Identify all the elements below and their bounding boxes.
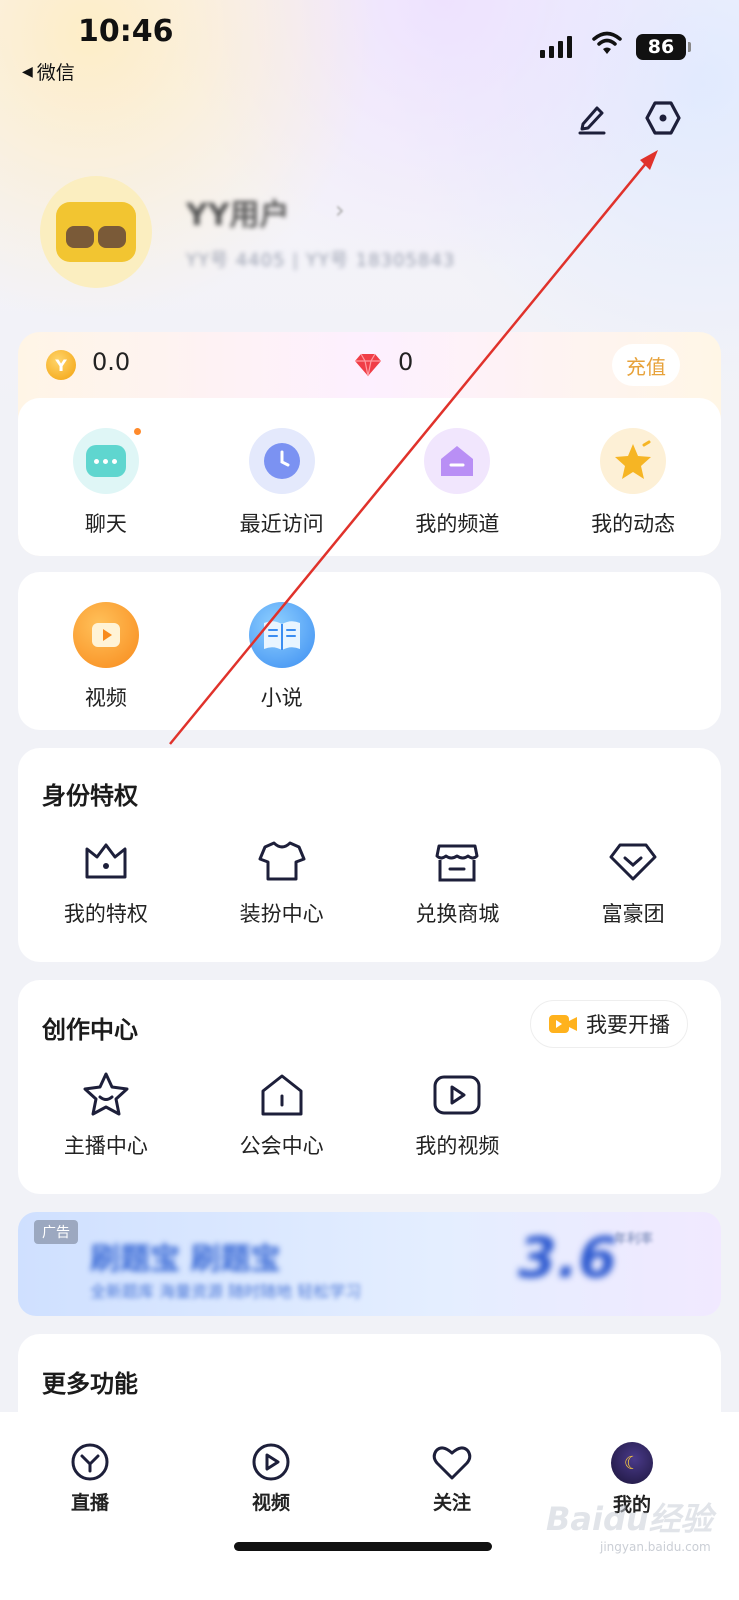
recharge-button[interactable]: 充值 <box>612 344 680 386</box>
privileges-card: 身份特权 我的特权 装扮中心 兑换商城 富豪团 <box>18 748 721 962</box>
media-video[interactable]: 视频 <box>18 602 194 712</box>
avatar[interactable] <box>40 176 152 288</box>
start-live-button[interactable]: 我要开播 <box>530 1000 688 1048</box>
video-play-icon <box>72 602 139 668</box>
nav-video[interactable]: 视频 <box>221 1442 321 1515</box>
nav-label: 关注 <box>432 1492 471 1514</box>
book-icon <box>248 602 315 668</box>
section-title: 身份特权 <box>42 782 138 810</box>
guild-house-icon <box>255 1068 309 1122</box>
quick-action-my-moments[interactable]: 我的动态 <box>545 428 721 538</box>
star-outline-icon <box>79 1068 133 1122</box>
clock-icon <box>248 428 315 494</box>
heart-icon <box>432 1446 472 1480</box>
section-title: 创作中心 <box>42 1016 138 1044</box>
ad-title: 刷题宝 刷题宝 <box>90 1242 281 1277</box>
ad-banner[interactable]: 广告 刷题宝 刷题宝 全新题库 海量资源 随时随地 轻松学习 3.6 年利率 <box>18 1212 721 1316</box>
creation-anchor-center[interactable]: 主播中心 <box>18 1068 194 1160</box>
media-label: 视频 <box>84 686 127 710</box>
privilege-label: 装扮中心 <box>239 902 324 926</box>
privilege-my-privileges[interactable]: 我的特权 <box>18 834 194 928</box>
cellular-signal-icon <box>540 36 572 58</box>
edit-profile-button[interactable] <box>570 96 614 140</box>
channel-home-icon <box>424 428 491 494</box>
video-play-icon <box>252 1443 290 1481</box>
start-live-label: 我要开播 <box>586 1013 670 1037</box>
diamond-v-icon <box>606 834 660 888</box>
back-triangle-icon: ◀ <box>22 63 33 80</box>
quick-action-label: 聊天 <box>84 512 127 536</box>
privilege-dress-up[interactable]: 装扮中心 <box>194 834 370 928</box>
ad-subtitle: 全新题库 海量资源 随时随地 轻松学习 <box>90 1282 362 1301</box>
quick-action-chat[interactable]: 聊天 <box>18 426 194 538</box>
battery-indicator: 86 <box>636 34 691 60</box>
quick-actions-panel: 聊天 最近访问 我的频道 我的动态 <box>18 398 721 556</box>
ad-big-number: 3.6 <box>518 1226 618 1291</box>
coin-icon: Y <box>46 350 76 380</box>
baidu-watermark: Baidu经验 <box>546 1500 713 1538</box>
home-indicator <box>234 1542 492 1551</box>
avatar-eye-left <box>66 226 94 248</box>
quick-action-label: 我的动态 <box>591 512 676 536</box>
quick-action-my-channel[interactable]: 我的频道 <box>370 428 546 538</box>
nav-follow[interactable]: 关注 <box>402 1442 502 1515</box>
creation-center-card: 创作中心 我要开播 主播中心 公会中心 我的视频 <box>18 980 721 1194</box>
privilege-label: 我的特权 <box>63 902 148 926</box>
star-icon <box>600 428 667 494</box>
tshirt-icon <box>255 834 309 888</box>
creation-label: 主播中心 <box>63 1134 148 1158</box>
quick-action-label: 我的频道 <box>415 512 500 536</box>
media-card: 视频 小说 <box>18 572 721 730</box>
back-to-wechat[interactable]: ◀ 微信 <box>22 58 75 85</box>
creation-guild-center[interactable]: 公会中心 <box>194 1068 370 1160</box>
settings-button[interactable] <box>641 96 685 140</box>
live-y-icon <box>71 1443 109 1481</box>
crown-icon <box>79 834 133 888</box>
user-id: YY号 4405 | YY号 18305843 <box>186 250 456 271</box>
video-outline-icon <box>430 1068 484 1122</box>
nav-label: 直播 <box>70 1492 109 1514</box>
chevron-right-icon[interactable]: › <box>335 196 345 224</box>
nav-live[interactable]: 直播 <box>40 1442 140 1515</box>
ad-small-text: 年利率 <box>614 1232 654 1247</box>
chat-icon <box>72 426 143 494</box>
username[interactable]: YY用户 <box>186 190 289 234</box>
avatar-moon-icon: ☾ <box>611 1442 653 1484</box>
privilege-tycoon-club[interactable]: 富豪团 <box>545 834 721 928</box>
status-time: 10:46 <box>78 14 174 49</box>
hexagon-settings-icon <box>645 101 681 135</box>
back-app-label: 微信 <box>36 62 75 84</box>
ad-tag: 广告 <box>34 1220 78 1244</box>
coin-balance[interactable]: 0.0 <box>92 348 130 376</box>
privilege-label: 富豪团 <box>601 902 665 926</box>
baidu-watermark-url: jingyan.baidu.com <box>600 1540 711 1554</box>
creation-label: 公会中心 <box>239 1134 324 1158</box>
store-icon <box>430 834 484 888</box>
privilege-exchange-mall[interactable]: 兑换商城 <box>370 834 546 928</box>
creation-label: 我的视频 <box>415 1134 500 1158</box>
pencil-icon <box>578 106 606 135</box>
section-title: 更多功能 <box>42 1370 138 1398</box>
privilege-label: 兑换商城 <box>415 902 500 926</box>
wifi-icon <box>592 31 622 54</box>
nav-label: 视频 <box>251 1492 290 1514</box>
wallet-card: Y 0.0 0 充值 聊天 最近访问 我的频道 我的动态 <box>18 332 721 556</box>
avatar-eye-right <box>98 226 126 248</box>
diamond-icon <box>355 353 381 377</box>
media-label: 小说 <box>260 686 303 710</box>
creation-my-videos[interactable]: 我的视频 <box>370 1068 546 1160</box>
quick-action-label: 最近访问 <box>239 512 324 536</box>
quick-action-recent-visits[interactable]: 最近访问 <box>194 428 370 538</box>
media-novel[interactable]: 小说 <box>194 602 370 712</box>
camera-icon <box>549 1015 577 1033</box>
diamond-balance[interactable]: 0 <box>398 348 413 376</box>
unread-dot <box>131 426 143 437</box>
